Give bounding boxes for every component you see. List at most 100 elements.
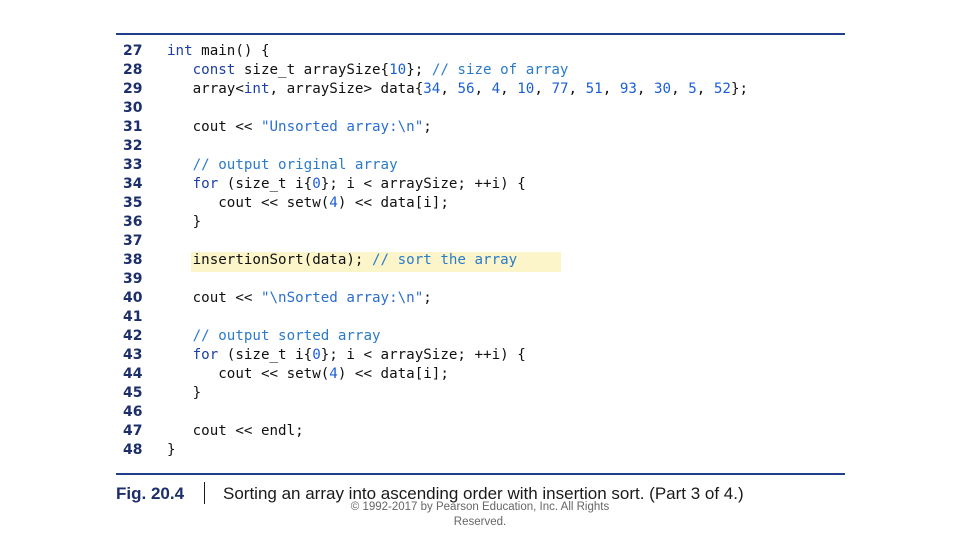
code-token: cout << endl; (167, 423, 304, 439)
line-number: 32 (123, 138, 143, 154)
code-text: insertionSort(data); // sort the array (167, 251, 518, 270)
line-number: 30 (123, 100, 143, 116)
code-token: 4 (491, 81, 501, 97)
line-number: 44 (123, 366, 143, 382)
code-token: } (167, 385, 202, 401)
code-text: for (size_t i{0}; i < arraySize; ++i) { (167, 346, 526, 365)
line-number: 37 (123, 233, 143, 249)
code-token: , (636, 81, 655, 97)
code-token: // output original array (192, 157, 398, 173)
code-token: 10 (389, 62, 407, 78)
code-text: } (167, 213, 202, 232)
code-token: size_t arraySize{ (235, 62, 390, 78)
code-token: }; i < arraySize; ++i) { (320, 347, 526, 363)
code-token: (size_t i{ (218, 176, 313, 192)
line-number: 38 (123, 252, 143, 268)
code-token: (size_t i{ (218, 347, 313, 363)
code-text: // output sorted array (167, 327, 381, 346)
line-number: 33 (123, 157, 143, 173)
code-token: array< (167, 81, 244, 97)
line-number: 31 (123, 119, 143, 135)
code-token: for (192, 347, 219, 363)
code-token: , (534, 81, 552, 97)
line-number: 29 (123, 81, 143, 97)
code-text: cout << "Unsorted array:\n"; (167, 118, 432, 137)
code-token: // output sorted array (192, 328, 381, 344)
code-token: }; (730, 81, 749, 97)
code-token: }; (406, 62, 432, 78)
code-token: 4 (329, 195, 338, 211)
code-token: const (192, 62, 236, 78)
top-rule (116, 33, 845, 35)
code-token: , (568, 81, 586, 97)
code-text: cout << setw(4) << data[i]; (167, 194, 449, 213)
code-token: // sort the array (372, 252, 518, 268)
code-token: ) << data[i]; (337, 366, 449, 382)
code-token: , (696, 81, 714, 97)
line-number: 47 (123, 423, 143, 439)
code-token: }; i < arraySize; ++i) { (320, 176, 526, 192)
figure-label: Fig. 20.4 (116, 484, 185, 503)
line-number: 36 (123, 214, 143, 230)
code-text: } (167, 441, 176, 460)
line-number: 42 (123, 328, 143, 344)
code-token: "Unsorted array:\n" (260, 119, 424, 135)
code-token: 56 (457, 81, 475, 97)
code-text: cout << "\nSorted array:\n"; (167, 289, 432, 308)
code-token: int (167, 43, 193, 59)
caption-separator (204, 482, 205, 504)
code-token: main() { (192, 43, 270, 59)
code-token: // size of array (431, 62, 569, 78)
code-text: } (167, 384, 202, 403)
copyright-notice: © 1992-2017 by Pearson Education, Inc. A… (330, 500, 630, 530)
bottom-rule (116, 473, 845, 475)
code-text: // output original array (167, 156, 398, 175)
code-token: "\nSorted array:\n" (260, 290, 424, 306)
line-number: 28 (123, 62, 143, 78)
code-token: , (474, 81, 492, 97)
code-token: 51 (585, 81, 603, 97)
code-token: 0 (312, 347, 321, 363)
code-token: ; (423, 119, 432, 135)
line-number: 46 (123, 404, 143, 420)
code-text: array<int, arraySize> data{34, 56, 4, 10… (167, 80, 748, 99)
code-text: for (size_t i{0}; i < arraySize; ++i) { (167, 175, 526, 194)
code-token: 34 (423, 81, 441, 97)
line-number: 41 (123, 309, 143, 325)
line-number: 43 (123, 347, 143, 363)
code-token: 30 (654, 81, 672, 97)
code-token: int (243, 81, 270, 97)
code-text: cout << endl; (167, 422, 304, 441)
line-number: 48 (123, 442, 143, 458)
line-number: 45 (123, 385, 143, 401)
code-token: 77 (551, 81, 569, 97)
code-token: cout << (167, 290, 261, 306)
line-number: 39 (123, 271, 143, 287)
code-token: , (602, 81, 620, 97)
code-token: 0 (312, 176, 321, 192)
line-number: 35 (123, 195, 143, 211)
code-token: ) << data[i]; (337, 195, 449, 211)
code-token: cout << (167, 119, 261, 135)
code-token: } (167, 214, 202, 230)
code-token: 52 (713, 81, 731, 97)
code-text: cout << setw(4) << data[i]; (167, 365, 449, 384)
code-text: const size_t arraySize{10}; // size of a… (167, 61, 569, 80)
code-token: 4 (329, 366, 338, 382)
copyright-line-1: © 1992-2017 by Pearson Education, Inc. A… (350, 501, 610, 513)
code-text: int main() { (167, 42, 270, 61)
code-token: } (167, 442, 176, 458)
line-number: 34 (123, 176, 143, 192)
code-token: cout << setw( (167, 195, 330, 211)
code-token: , arraySize> data{ (269, 81, 424, 97)
code-token: ; (423, 290, 432, 306)
code-token: , (440, 81, 458, 97)
copyright-line-2: Reserved. (453, 516, 507, 528)
code-token: 10 (517, 81, 535, 97)
code-token: 5 (688, 81, 697, 97)
